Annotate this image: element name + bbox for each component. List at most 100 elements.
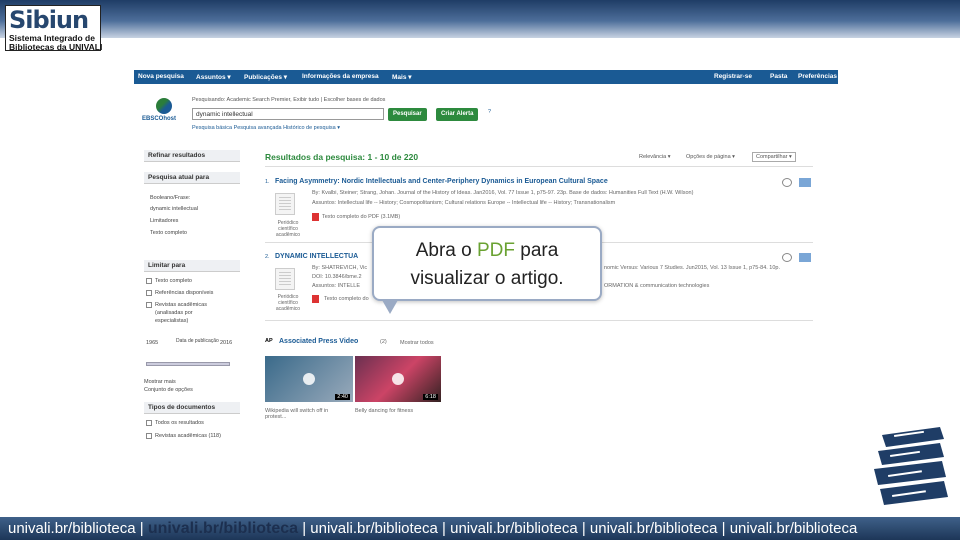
- opt-peer-c: especialistas): [155, 318, 189, 324]
- fulltext-limiter: Texto completo: [150, 230, 187, 236]
- references-checkbox[interactable]: [146, 290, 152, 296]
- academic-checkbox[interactable]: [146, 433, 152, 439]
- year-from[interactable]: 1965: [146, 340, 158, 346]
- result-2-folder-icon[interactable]: [799, 253, 811, 262]
- video-section-title[interactable]: Associated Press Video: [279, 338, 358, 345]
- refine-title: Refinar resultados: [144, 150, 240, 162]
- show-all-videos-link[interactable]: Mostrar todos: [400, 340, 434, 346]
- result-1-preview-icon[interactable]: [782, 178, 792, 187]
- nav-company-info[interactable]: Informações da empresa: [302, 73, 379, 80]
- tooltip-text-after: para: [514, 240, 559, 261]
- callout-tooltip: Abra o PDF para visualizar o artigo.: [372, 226, 602, 301]
- nav-publications[interactable]: Publicações ▾: [244, 73, 287, 81]
- result-2-meta-right: nomic Versus: Various 7 Studies. Jun2015…: [604, 265, 781, 271]
- result-2-pdf-link[interactable]: Texto completo do: [324, 296, 369, 302]
- result-2-preview-icon[interactable]: [782, 253, 792, 262]
- result-1-thumbnail: [275, 193, 295, 215]
- video-2-caption[interactable]: Belly dancing for fitness: [355, 408, 413, 414]
- result-2-thumbnail: [275, 268, 295, 290]
- nav-preferences[interactable]: Preferências: [798, 73, 837, 80]
- result-2-title[interactable]: DYNAMIC INTELLECTUA: [275, 253, 358, 260]
- books-icon: [874, 427, 948, 505]
- year-label: Data de publicação: [176, 338, 219, 344]
- tooltip-line2: visualizar o artigo.: [410, 268, 564, 289]
- boolean-label: Booleano/Frase:: [150, 195, 191, 201]
- page-options-dropdown[interactable]: Opções de página ▾: [686, 154, 735, 160]
- play-icon: [303, 373, 315, 385]
- video-1-thumbnail[interactable]: 2:40: [265, 356, 353, 402]
- divider: [265, 320, 813, 321]
- result-1-pdf-link[interactable]: Texto completo do PDF (3.1MB): [322, 214, 400, 220]
- sort-dropdown[interactable]: Relevância ▾: [639, 154, 671, 160]
- footer-text-2[interactable]: | univali.br/biblioteca | univali.br/bib…: [298, 520, 857, 537]
- footer-text-1[interactable]: univali.br/biblioteca |: [8, 520, 148, 537]
- all-results-checkbox[interactable]: [146, 420, 152, 426]
- nav-more[interactable]: Mais ▾: [392, 73, 412, 81]
- result-1-meta: By: Kvalbi, Steiner; Strang, Johan. Jour…: [312, 190, 694, 196]
- limit-to-header[interactable]: Limitar para: [144, 260, 240, 272]
- sibiun-logo: Sibiun Sistema Integrado de Bibliotecas …: [5, 5, 103, 52]
- tooltip-text-before: Abra o: [415, 240, 477, 261]
- ebsco-nav: Nova pesquisa Assuntos ▾ Publicações ▾ I…: [134, 70, 838, 84]
- create-alert-button[interactable]: Criar Alerta: [436, 108, 479, 121]
- show-more-link[interactable]: Mostrar mais: [144, 379, 176, 385]
- result-1-folder-icon[interactable]: [799, 178, 811, 187]
- doc-academic: Revistas acadêmicas (118): [155, 433, 221, 439]
- search-links[interactable]: Pesquisa básica Pesquisa avançada Histór…: [192, 125, 340, 131]
- opt-peer-b: (analisadas por: [155, 310, 193, 316]
- fulltext-checkbox[interactable]: [146, 278, 152, 284]
- nav-new-search[interactable]: Nova pesquisa: [138, 73, 184, 80]
- logo-line2: Bibliotecas da UNIVALI: [9, 42, 103, 52]
- result-1-title[interactable]: Facing Asymmetry: Nordic Intellectuals a…: [275, 178, 608, 185]
- opt-fulltext: Texto completo: [155, 278, 192, 284]
- ap-logo-icon: AP: [265, 338, 273, 344]
- peer-reviewed-checkbox[interactable]: [146, 302, 152, 308]
- result-1-type: Periódico científico acadêmico: [275, 220, 301, 238]
- ebsco-globe-icon: [156, 98, 172, 114]
- nav-subjects[interactable]: Assuntos ▾: [196, 73, 231, 81]
- doc-types-header[interactable]: Tipos de documentos: [144, 402, 240, 414]
- ebsco-logo: EBSCOhost: [142, 98, 186, 128]
- logo-title: Sibiun: [9, 6, 89, 34]
- result-2-meta: By: SHATREVICH, Vic: [312, 265, 368, 271]
- result-2-number: 2.: [265, 254, 270, 260]
- video-2-thumbnail[interactable]: 6:18: [355, 356, 441, 402]
- divider: [265, 166, 813, 167]
- footer-highlight[interactable]: univali.br/biblioteca: [148, 520, 298, 537]
- nav-signin[interactable]: Registrar-se: [714, 73, 752, 80]
- help-icon[interactable]: ?: [488, 109, 491, 115]
- date-slider[interactable]: [146, 362, 230, 366]
- result-2-type: Periódico científico acadêmico: [275, 294, 301, 312]
- search-input[interactable]: dynamic intellectual: [192, 108, 384, 120]
- nav-folder[interactable]: Pasta: [770, 73, 787, 80]
- result-2-doi: DOI: 10.3846/bme.2: [312, 274, 362, 280]
- video-2-duration: 6:18: [423, 394, 438, 400]
- opt-references: Referências disponíveis: [155, 290, 214, 296]
- pdf-icon: [312, 213, 319, 221]
- refine-panel: Refinar resultados Pesquisa atual para B…: [144, 150, 240, 450]
- pdf-icon: [312, 295, 319, 303]
- current-search-header[interactable]: Pesquisa atual para: [144, 172, 240, 184]
- search-scope[interactable]: Pesquisando: Academic Search Premier, Ex…: [192, 97, 385, 103]
- boolean-value: dynamic intellectual: [150, 206, 198, 212]
- opt-peer: Revistas acadêmicas: [155, 302, 207, 308]
- search-button[interactable]: Pesquisar: [388, 108, 427, 121]
- limiters-label: Limitadores: [150, 218, 179, 224]
- top-banner: [0, 0, 960, 38]
- doc-all: Todos os resultados: [155, 420, 204, 426]
- video-count: (2): [380, 339, 387, 345]
- result-2-subjects-right: ORMATION & communication technologies: [604, 283, 710, 289]
- video-1-duration: 2:40: [335, 394, 350, 400]
- result-1-subjects: Assuntos: Intellectual life -- History; …: [312, 200, 616, 206]
- tooltip-pdf-word: PDF: [476, 240, 515, 261]
- ebsco-brand: EBSCOhost: [142, 116, 177, 122]
- callout-tail: [382, 300, 398, 314]
- share-button[interactable]: Compartilhar ▾: [752, 152, 796, 162]
- result-1-number: 1.: [265, 179, 270, 185]
- footer-bar: univali.br/biblioteca | univali.br/bibli…: [0, 517, 960, 540]
- options-set[interactable]: Conjunto de opções: [144, 387, 193, 393]
- video-1-caption[interactable]: Wikipedia will switch off in protest...: [265, 408, 351, 420]
- play-icon: [392, 373, 404, 385]
- year-to[interactable]: 2016: [220, 340, 232, 346]
- result-2-subjects: Assuntos: INTELLE: [312, 283, 360, 289]
